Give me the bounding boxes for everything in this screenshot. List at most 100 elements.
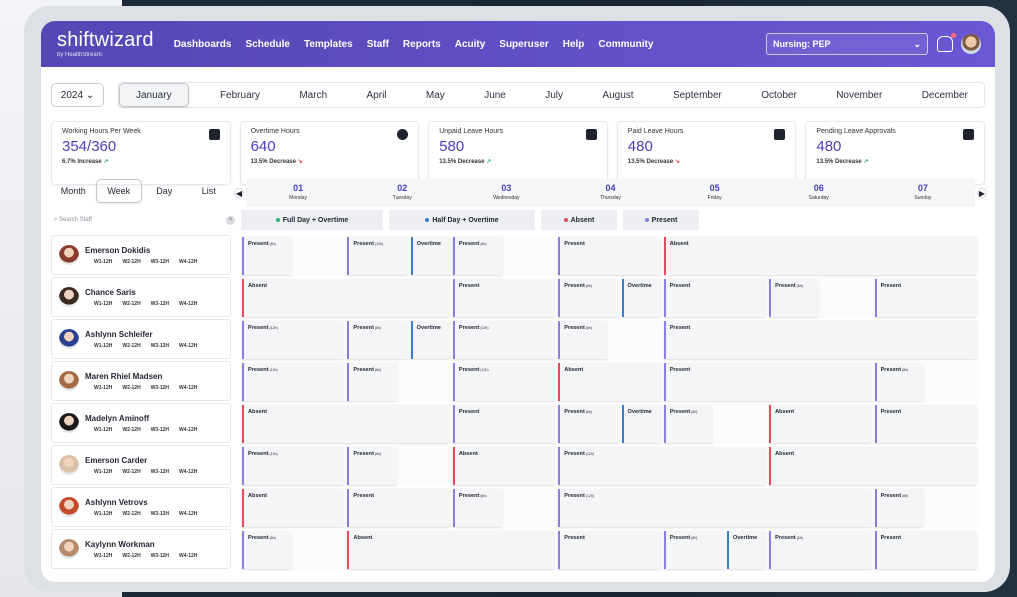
nav-item-schedule[interactable]: Schedule [245, 39, 289, 50]
day-header[interactable]: 01 Monday [246, 179, 350, 207]
shift-cell[interactable]: Present (6h) [663, 531, 723, 569]
nav-item-templates[interactable]: Templates [304, 39, 353, 50]
shift-cell[interactable]: Absent [663, 237, 976, 275]
shift-cell[interactable]: Present (12h) [242, 447, 344, 485]
shift-cell[interactable]: Present [874, 279, 976, 317]
shift-cell[interactable]: Present [347, 489, 449, 527]
shift-cell[interactable]: Overtime [621, 405, 660, 443]
shift-cell[interactable]: Present [874, 405, 976, 443]
shift-cell[interactable]: Overtime [621, 279, 660, 317]
view-tab-month[interactable]: Month [51, 186, 96, 196]
shift-cell[interactable]: Present [874, 531, 976, 569]
shift-cell[interactable]: Present (6h) [874, 363, 924, 401]
user-avatar[interactable] [961, 34, 981, 54]
shift-cell[interactable]: Present (6h) [558, 321, 607, 359]
search-input[interactable]: Search Staff [59, 217, 92, 223]
month-tab-january[interactable]: January [119, 83, 189, 107]
department-select[interactable]: Nursing: PEP ⌄ [766, 33, 928, 55]
shift-cell[interactable]: Present (6h) [874, 489, 924, 527]
shift-cell[interactable]: Present (6h) [242, 237, 291, 275]
clear-search-icon[interactable]: × [226, 215, 235, 225]
view-tab-day[interactable]: Day [142, 186, 187, 196]
staff-row[interactable]: Maren Rhiel Madsen W1-12H W2-12H W3-12H W4-1… [51, 361, 231, 401]
shift-cell[interactable]: Absent [347, 531, 555, 569]
logo[interactable]: shiftwizard by HealthStream. [57, 30, 154, 58]
staff-row[interactable]: Kaylynn Workman W1-12H W2-12H W3-12H W4-12H [51, 529, 231, 569]
day-header[interactable]: 04 Thursday [558, 179, 662, 207]
month-tab-march[interactable]: March [291, 90, 335, 101]
shift-cell[interactable]: Present [663, 279, 766, 317]
shift-cell[interactable]: Present (12h) [558, 447, 766, 485]
shift-cell[interactable]: Present [558, 531, 660, 569]
staff-row[interactable]: Madelyn Aminoff W1-12H W2-12H W3-12H W4-12H [51, 403, 231, 443]
shift-cell[interactable]: Present (12h) [347, 237, 407, 275]
month-tab-october[interactable]: October [753, 90, 805, 101]
year-select[interactable]: 2024 ⌄ [51, 83, 104, 107]
month-tab-february[interactable]: February [212, 90, 268, 101]
staff-row[interactable]: Chance Saris W1-12H W2-12H W3-12H W4-12H [51, 277, 231, 317]
nav-item-reports[interactable]: Reports [403, 39, 441, 50]
shift-cell[interactable]: Present (12h) [242, 363, 344, 401]
search-staff[interactable]: ⌕ Search Staff × [51, 211, 235, 229]
view-tab-week[interactable]: Week [95, 179, 142, 203]
month-tab-april[interactable]: April [359, 90, 395, 101]
shift-cell[interactable]: Present (6h) [663, 405, 713, 443]
shift-cell[interactable]: Present [663, 363, 871, 401]
month-tab-september[interactable]: September [665, 90, 730, 101]
shift-cell[interactable]: Present [558, 237, 660, 275]
month-tab-august[interactable]: August [594, 90, 641, 101]
shift-cell[interactable]: Present (6h) [769, 279, 818, 317]
staff-row[interactable]: Ashlynn Vetrovs W1-12H W2-12H W3-12H W4-12H [51, 487, 231, 527]
notification-bell-icon[interactable] [937, 33, 956, 52]
month-tab-december[interactable]: December [914, 90, 976, 101]
shift-cell[interactable]: Overtime [410, 237, 455, 275]
shift-cell[interactable]: Absent [242, 489, 344, 527]
month-tab-may[interactable]: May [418, 90, 453, 101]
view-tab-list[interactable]: List [187, 186, 232, 196]
shift-cell[interactable]: Present (6h) [242, 531, 291, 569]
staff-row[interactable]: Ashlynn Schleifer W1-12H W2-12H W3-12H W4-12… [51, 319, 231, 359]
shift-cell[interactable]: Absent [242, 279, 449, 317]
nav-item-acuity[interactable]: Acuity [455, 39, 486, 50]
shift-cell[interactable]: Overtime [410, 321, 449, 359]
day-header[interactable]: 03 Wednesday [454, 179, 558, 207]
nav-item-dashboards[interactable]: Dashboards [174, 39, 232, 50]
shift-cell[interactable]: Present [663, 321, 976, 359]
shift-hours: (12h) [584, 494, 594, 498]
day-header[interactable]: 05 Friday [663, 179, 767, 207]
prev-week-arrow-icon[interactable]: ◀ [234, 188, 244, 198]
day-header[interactable]: 07 Sunday [871, 179, 975, 207]
shift-cell[interactable]: Present (6h) [347, 321, 407, 359]
shift-cell[interactable]: Present (6h) [347, 447, 397, 485]
nav-item-superuser[interactable]: Superuser [499, 39, 548, 50]
month-tab-june[interactable]: June [476, 90, 514, 101]
nav-item-help[interactable]: Help [563, 39, 585, 50]
shift-cell[interactable]: Present (6h) [452, 237, 502, 275]
shift-cell[interactable]: Absent [769, 447, 976, 485]
shift-cell[interactable]: Present (12h) [452, 363, 555, 401]
shift-cell[interactable]: Overtime [726, 531, 766, 569]
shift-cell[interactable]: Absent [242, 405, 449, 443]
shift-cell[interactable]: Present (6h) [558, 279, 618, 317]
day-header[interactable]: 02 Tuesday [350, 179, 454, 207]
shift-cell[interactable]: Present [452, 405, 555, 443]
shift-cell[interactable]: Absent [452, 447, 555, 485]
shift-cell[interactable]: Present (6h) [347, 363, 397, 401]
shift-cell[interactable]: Present (12h) [242, 321, 344, 359]
shift-cell[interactable]: Present (12h) [558, 489, 871, 527]
shift-cell[interactable]: Present (6h) [769, 531, 871, 569]
month-tab-july[interactable]: July [537, 90, 571, 101]
nav-item-community[interactable]: Community [598, 39, 653, 50]
shift-cell[interactable]: Present (6h) [558, 405, 618, 443]
staff-row[interactable]: Emerson Dokidis W1-12H W2-12H W3-12H W4-12H [51, 235, 231, 275]
day-header[interactable]: 06 Saturday [767, 179, 871, 207]
next-week-arrow-icon[interactable]: ▶ [977, 188, 987, 198]
shift-cell[interactable]: Present [452, 279, 555, 317]
shift-cell[interactable]: Present (12h) [452, 321, 555, 359]
shift-cell[interactable]: Absent [558, 363, 660, 401]
staff-row[interactable]: Emerson Carder W1-12H W2-12H W3-12H W4-12H [51, 445, 231, 485]
shift-cell[interactable]: Absent [769, 405, 871, 443]
nav-item-staff[interactable]: Staff [367, 39, 389, 50]
shift-cell[interactable]: Present (6h) [452, 489, 502, 527]
month-tab-november[interactable]: November [828, 90, 890, 101]
